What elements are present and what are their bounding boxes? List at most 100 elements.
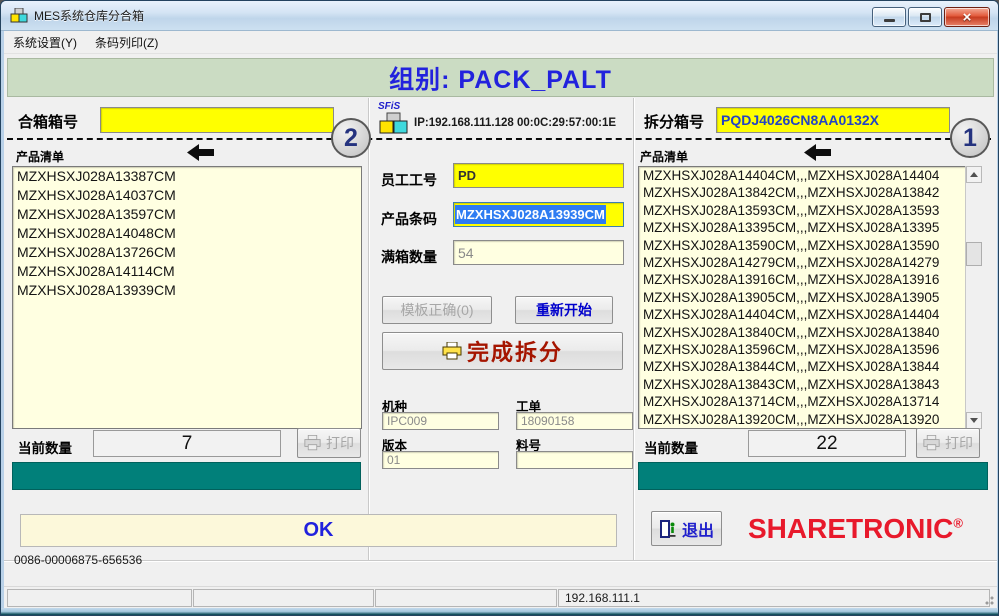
restart-label: 重新开始 [536, 300, 592, 320]
right-arrow-icon [804, 144, 831, 166]
maximize-button[interactable] [908, 7, 942, 27]
list-item[interactable]: MZXHSXJ028A14404CM,,,MZXHSXJ028A14404 [639, 306, 965, 323]
window-title: MES系统仓库分合箱 [34, 7, 144, 24]
work-order-input[interactable]: 18090158 [516, 412, 633, 430]
full-box-qty-value: 54 [458, 245, 474, 261]
product-barcode-input[interactable]: MZXHSXJ028A13939CM [453, 202, 624, 227]
registered-mark: ® [953, 516, 963, 531]
status-cell-2 [193, 589, 374, 607]
client-area: 组别: PACK_PALT 合箱箱号 2 产品清单 MZXHSXJ028A133… [4, 54, 997, 608]
product-barcode-value: MZXHSXJ028A13939CM [455, 205, 606, 224]
full-box-qty-input[interactable]: 54 [453, 240, 624, 265]
resize-grip[interactable] [982, 593, 994, 605]
list-item[interactable]: MZXHSXJ028A13916CM,,,MZXHSXJ028A13916 [639, 271, 965, 288]
right-qty-label: 当前数量 [644, 437, 698, 457]
list-item[interactable]: MZXHSXJ028A13597CM [13, 205, 361, 224]
list-item[interactable]: MZXHSXJ028A13844CM,,,MZXHSXJ028A13844 [639, 358, 965, 375]
maximize-icon [920, 13, 931, 22]
model-value: IPC009 [387, 414, 427, 428]
part-number-input[interactable] [516, 451, 633, 469]
exit-label: 退出 [682, 517, 714, 541]
restart-button[interactable]: 重新开始 [515, 296, 613, 324]
group-title: 组别: PACK_PALT [389, 60, 612, 96]
sfis-logo: SFiS [378, 102, 412, 141]
work-order-value: 18090158 [521, 414, 574, 428]
divider-footer [4, 560, 997, 561]
template-ok-button[interactable]: 模板正确(0) [382, 296, 492, 324]
version-value: 01 [387, 453, 400, 467]
merge-product-list[interactable]: MZXHSXJ028A13387CMMZXHSXJ028A14037CMMZXH… [12, 166, 362, 429]
minimize-button[interactable] [872, 7, 906, 27]
employee-id-input[interactable]: PD [453, 163, 624, 188]
step-badge-1: 1 [950, 118, 990, 158]
left-arrow-icon [187, 144, 214, 166]
exit-button[interactable]: 退出 [651, 511, 722, 546]
window-controls: × [872, 7, 990, 27]
list-item[interactable]: MZXHSXJ028A13714CM,,,MZXHSXJ028A13714 [639, 393, 965, 410]
product-barcode-label: 产品条码 [381, 209, 437, 229]
sfis-logo-text: SFiS [378, 102, 412, 112]
finish-split-button[interactable]: 完成拆分 [382, 332, 623, 370]
dashed-separator [7, 138, 991, 140]
message-bar: OK [20, 514, 617, 547]
printer-icon [923, 435, 940, 451]
list-item[interactable]: MZXHSXJ028A13920CM,,,MZXHSXJ028A13920 [639, 411, 965, 428]
close-button[interactable]: × [944, 7, 990, 27]
right-status-bar [638, 462, 988, 490]
list-item[interactable]: MZXHSXJ028A14114CM [13, 262, 361, 281]
merge-box-label: 合箱箱号 [18, 111, 78, 132]
status-cell-1 [7, 589, 192, 607]
model-input[interactable]: IPC009 [382, 412, 499, 430]
status-bar: 192.168.111.1 [4, 586, 997, 608]
app-window: MES系统仓库分合箱 × 系统设置(Y) 条码列印(Z) 组别: PACK_PA… [0, 0, 999, 616]
merge-box-input[interactable] [100, 107, 334, 133]
right-qty-display: 22 [748, 430, 906, 457]
list-item[interactable]: MZXHSXJ028A13843CM,,,MZXHSXJ028A13843 [639, 376, 965, 393]
scroll-thumb[interactable] [966, 242, 982, 266]
brand-logo: SHARETRONIC® [748, 513, 963, 545]
status-cell-3 [375, 589, 557, 607]
terminal-ip-text: IP:192.168.111.128 00:0C:29:57:00:1E [414, 117, 616, 129]
list-item[interactable]: MZXHSXJ028A13395CM,,,MZXHSXJ028A13395 [639, 219, 965, 236]
version-input[interactable]: 01 [382, 451, 499, 469]
list-item[interactable]: MZXHSXJ028A13387CM [13, 167, 361, 186]
list-item[interactable]: MZXHSXJ028A13726CM [13, 243, 361, 262]
split-product-list[interactable]: MZXHSXJ028A14404CM,,,MZXHSXJ028A14404MZX… [638, 166, 965, 429]
list-item[interactable]: MZXHSXJ028A13593CM,,,MZXHSXJ028A13593 [639, 202, 965, 219]
list-item[interactable]: MZXHSXJ028A13590CM,,,MZXHSXJ028A13590 [639, 237, 965, 254]
scroll-down-button[interactable] [966, 412, 982, 429]
right-print-label: 打印 [945, 433, 973, 453]
list-item[interactable]: MZXHSXJ028A14404CM,,,MZXHSXJ028A14404 [639, 167, 965, 184]
menu-item-barcode-print[interactable]: 条码列印(Z) [86, 31, 167, 54]
list-item[interactable]: MZXHSXJ028A14037CM [13, 186, 361, 205]
list-item[interactable]: MZXHSXJ028A13596CM,,,MZXHSXJ028A13596 [639, 341, 965, 358]
divider-middle-right [633, 98, 634, 560]
list-item[interactable]: MZXHSXJ028A13842CM,,,MZXHSXJ028A13842 [639, 184, 965, 201]
list-item[interactable]: MZXHSXJ028A13939CM [13, 281, 361, 300]
full-box-qty-label: 满箱数量 [381, 247, 437, 267]
title-bar[interactable]: MES系统仓库分合箱 × [1, 1, 998, 31]
window-bottom-frame [1, 608, 998, 616]
left-qty-label: 当前数量 [18, 437, 72, 457]
menu-bar: 系统设置(Y) 条码列印(Z) [4, 31, 997, 54]
status-cell-ip: 192.168.111.1 [558, 589, 990, 607]
list-item[interactable]: MZXHSXJ028A13840CM,,,MZXHSXJ028A13840 [639, 324, 965, 341]
printer-icon [304, 435, 321, 451]
scroll-up-button[interactable] [966, 166, 982, 183]
list-item[interactable]: MZXHSXJ028A13905CM,,,MZXHSXJ028A13905 [639, 289, 965, 306]
list-item[interactable]: MZXHSXJ028A14279CM,,,MZXHSXJ028A14279 [639, 254, 965, 271]
message-text: OK [304, 519, 334, 542]
scroll-down-icon [970, 418, 978, 423]
menu-item-system-settings[interactable]: 系统设置(Y) [4, 31, 86, 54]
finish-split-label: 完成拆分 [467, 335, 563, 367]
left-print-button[interactable]: 打印 [297, 428, 361, 458]
printer-icon [442, 342, 462, 360]
split-box-input[interactable]: PQDJ4026CN8AA0132X [716, 107, 950, 133]
list-item[interactable]: MZXHSXJ028A14048CM [13, 224, 361, 243]
status-ip-text: 192.168.111.1 [565, 591, 640, 605]
right-print-button[interactable]: 打印 [916, 428, 980, 458]
left-product-list-label: 产品清单 [16, 148, 64, 165]
split-list-scrollbar[interactable] [965, 166, 982, 429]
employee-id-value: PD [458, 168, 476, 183]
left-qty-display: 7 [93, 430, 281, 457]
